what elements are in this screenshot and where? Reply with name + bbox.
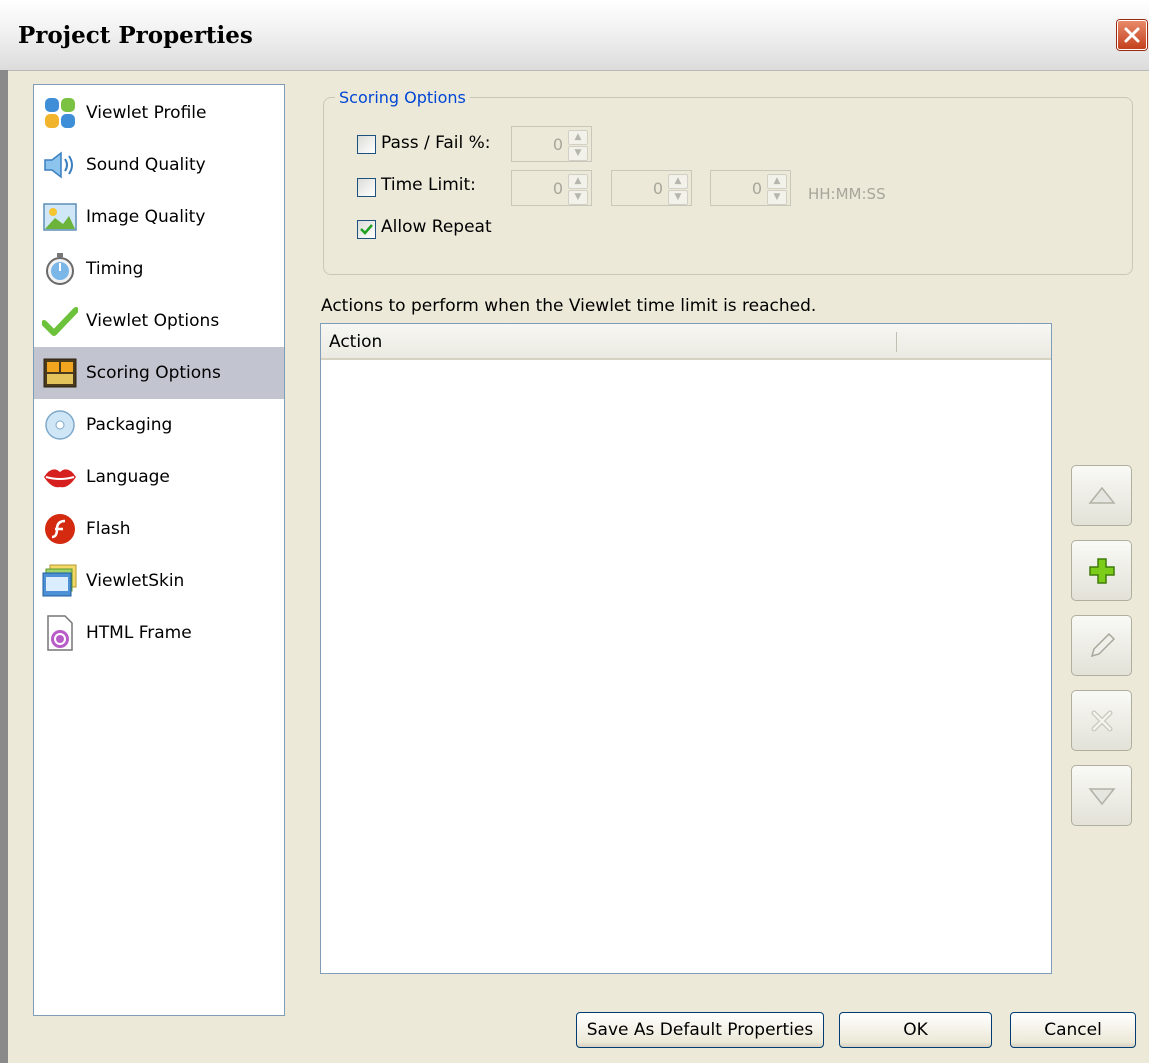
arrow-up-icon xyxy=(1087,486,1116,504)
time-limit-checkbox[interactable] xyxy=(357,178,376,197)
time-format-hint: HH:MM:SS xyxy=(808,185,886,203)
move-up-button[interactable] xyxy=(1071,465,1132,526)
flash-icon xyxy=(42,511,78,547)
sidebar-item-label: Viewlet Options xyxy=(86,311,220,331)
sidebar-item-viewlet-options[interactable]: Viewlet Options xyxy=(34,295,284,347)
profile-icon xyxy=(42,95,78,131)
sidebar-item-label: HTML Frame xyxy=(86,623,192,643)
time-limit-minutes-spinner[interactable]: 0 ▲ ▼ xyxy=(611,170,692,206)
sidebar-item-label: Timing xyxy=(86,259,144,279)
close-button[interactable] xyxy=(1117,20,1147,50)
stopwatch-icon xyxy=(42,251,78,287)
sidebar-item-viewletskin[interactable]: ViewletSkin xyxy=(34,555,284,607)
pass-fail-checkbox[interactable] xyxy=(357,135,376,154)
sidebar-item-sound-quality[interactable]: Sound Quality xyxy=(34,139,284,191)
hours-value: 0 xyxy=(552,179,563,198)
seconds-value: 0 xyxy=(751,179,762,198)
table-header: Action xyxy=(321,324,1051,360)
column-header-action[interactable]: Action xyxy=(329,332,382,352)
lips-icon xyxy=(42,459,78,495)
sidebar-item-label: Viewlet Profile xyxy=(86,103,207,123)
edit-action-button[interactable] xyxy=(1071,615,1132,676)
delete-icon xyxy=(1091,710,1112,731)
sidebar-item-label: Packaging xyxy=(86,415,173,435)
scoreboard-icon xyxy=(42,355,78,391)
spin-up-icon[interactable]: ▲ xyxy=(568,174,588,189)
sidebar-item-language[interactable]: Language xyxy=(34,451,284,503)
speaker-icon xyxy=(42,147,78,183)
sidebar-item-html-frame[interactable]: HTML Frame xyxy=(34,607,284,659)
pass-fail-label: Pass / Fail %: xyxy=(381,133,491,153)
actions-table[interactable]: Action xyxy=(320,323,1052,974)
image-icon xyxy=(42,199,78,235)
cancel-button[interactable]: Cancel xyxy=(1010,1012,1136,1048)
spin-down-icon[interactable]: ▼ xyxy=(568,146,588,161)
sidebar-item-image-quality[interactable]: Image Quality xyxy=(34,191,284,243)
spin-up-icon[interactable]: ▲ xyxy=(767,174,787,189)
plus-icon xyxy=(1088,557,1115,584)
scoring-options-legend: Scoring Options xyxy=(335,88,470,107)
sidebar-item-label: Image Quality xyxy=(86,207,206,227)
ok-button[interactable]: OK xyxy=(839,1012,992,1048)
time-limit-hours-spinner[interactable]: 0 ▲ ▼ xyxy=(511,170,592,206)
sidebar-item-label: Language xyxy=(86,467,170,487)
sidebar-item-flash[interactable]: Flash xyxy=(34,503,284,555)
spin-down-icon[interactable]: ▼ xyxy=(668,190,688,205)
sidebar-item-timing[interactable]: Timing xyxy=(34,243,284,295)
close-icon xyxy=(1124,27,1140,43)
html-frame-icon xyxy=(42,615,78,651)
sidebar-item-packaging[interactable]: Packaging xyxy=(34,399,284,451)
pass-fail-value: 0 xyxy=(552,135,563,154)
column-separator[interactable] xyxy=(896,332,897,352)
sidebar-item-label: ViewletSkin xyxy=(86,571,185,591)
title-bar: Project Properties xyxy=(0,0,1149,71)
checkmark-icon xyxy=(360,224,373,235)
save-as-default-button[interactable]: Save As Default Properties xyxy=(576,1012,824,1048)
window-title: Project Properties xyxy=(18,22,253,49)
sidebar-item-label: Sound Quality xyxy=(86,155,206,175)
arrow-down-icon xyxy=(1087,787,1116,805)
checkmark-icon xyxy=(42,303,78,339)
move-down-button[interactable] xyxy=(1071,765,1132,826)
allow-repeat-label: Allow Repeat xyxy=(381,217,492,237)
spin-up-icon[interactable]: ▲ xyxy=(668,174,688,189)
time-limit-label: Time Limit: xyxy=(381,175,476,195)
actions-caption: Actions to perform when the Viewlet time… xyxy=(321,296,817,316)
spin-down-icon[interactable]: ▼ xyxy=(568,190,588,205)
disc-icon xyxy=(42,407,78,443)
sidebar-item-scoring-options[interactable]: Scoring Options xyxy=(34,347,284,399)
window-left-border xyxy=(0,70,8,1063)
minutes-value: 0 xyxy=(652,179,663,198)
spin-down-icon[interactable]: ▼ xyxy=(767,190,787,205)
add-action-button[interactable] xyxy=(1071,540,1132,601)
delete-action-button[interactable] xyxy=(1071,690,1132,751)
spin-up-icon[interactable]: ▲ xyxy=(568,130,588,145)
allow-repeat-checkbox[interactable] xyxy=(357,220,376,239)
sidebar-item-label: Scoring Options xyxy=(86,363,221,383)
category-sidebar: Viewlet Profile Sound Quality Image Qual… xyxy=(33,84,285,1016)
pencil-icon xyxy=(1090,632,1115,657)
pass-fail-spinner[interactable]: 0 ▲ ▼ xyxy=(511,126,592,162)
time-limit-seconds-spinner[interactable]: 0 ▲ ▼ xyxy=(710,170,791,206)
sidebar-item-label: Flash xyxy=(86,519,131,539)
sidebar-item-viewlet-profile[interactable]: Viewlet Profile xyxy=(34,87,284,139)
skin-icon xyxy=(42,563,78,599)
